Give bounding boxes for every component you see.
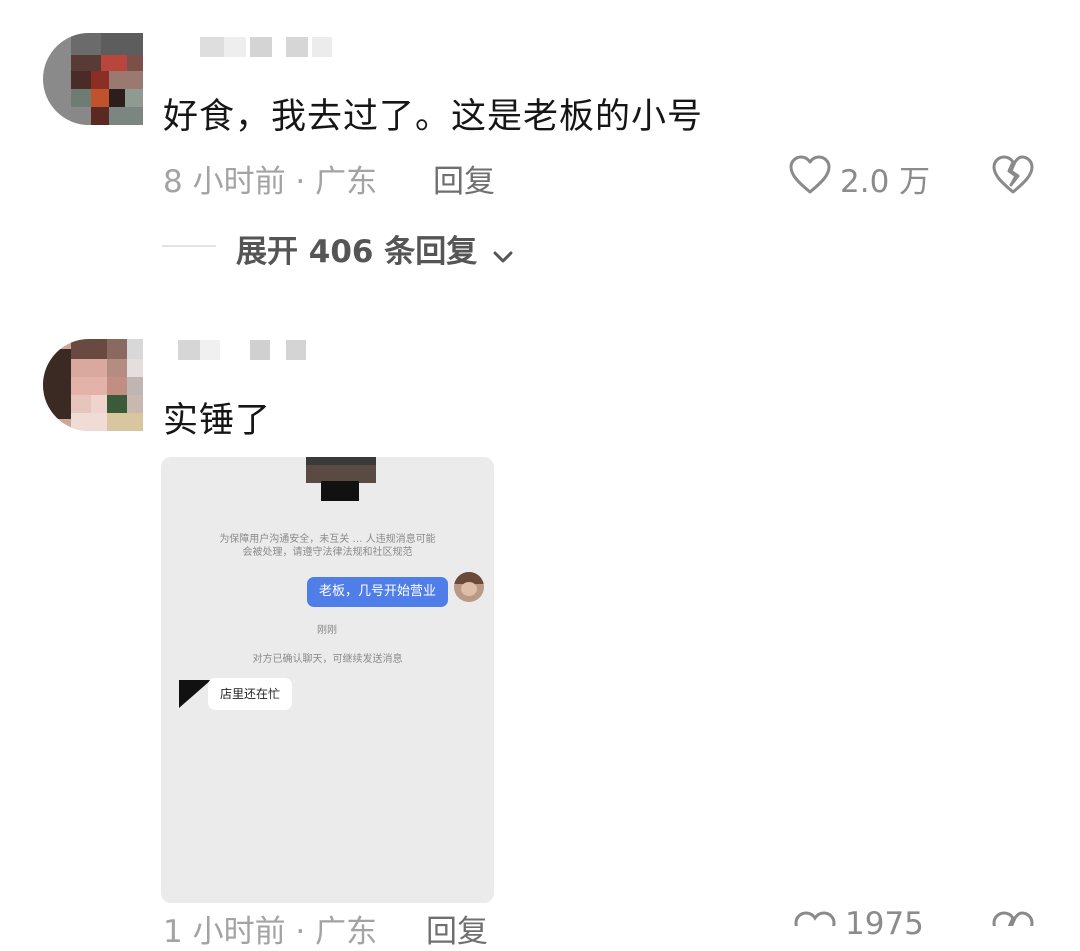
heart-outline-icon[interactable] bbox=[793, 910, 837, 926]
expand-replies-button[interactable]: 展开 406 条回复 bbox=[236, 226, 514, 272]
chat-safety-notice-line2: 会被处理，请遵守法律法规和社区规范 bbox=[242, 547, 413, 558]
like-count: 2.0 万 bbox=[840, 164, 931, 200]
reply-button[interactable]: 回复 bbox=[426, 906, 488, 951]
heart-outline-icon[interactable] bbox=[788, 154, 832, 196]
chat-confirm-notice: 对方已确认聊天，可继续发送消息 bbox=[252, 654, 403, 665]
sender-avatar bbox=[454, 572, 484, 602]
expand-divider bbox=[162, 245, 216, 247]
chat-safety-notice-line1: 为保障用户沟通安全，未互关 … 人违规消息可能 bbox=[219, 534, 436, 545]
avatar[interactable] bbox=[43, 33, 143, 125]
chevron-down-icon bbox=[492, 236, 514, 272]
avatar[interactable] bbox=[43, 339, 143, 431]
expand-replies-label: 展开 406 条回复 bbox=[236, 234, 478, 270]
like-count: 1975 bbox=[845, 906, 924, 942]
redaction-block bbox=[306, 457, 376, 501]
receiver-avatar bbox=[179, 680, 211, 708]
comment-time-location: 8 小时前 · 广东 bbox=[163, 164, 378, 200]
comment-image[interactable]: 为保障用户沟通安全，未互关 … 人违规消息可能 会被处理，请遵守法律法规和社区规… bbox=[161, 457, 494, 903]
chat-timestamp: 刚刚 bbox=[317, 625, 337, 636]
chat-bubble-received: 店里还在忙 bbox=[208, 678, 293, 710]
comment-text: 好食，我去过了。这是老板的小号 bbox=[163, 97, 704, 137]
username[interactable] bbox=[170, 37, 342, 57]
broken-heart-icon[interactable] bbox=[990, 910, 1036, 926]
username[interactable] bbox=[170, 340, 310, 360]
reply-button[interactable]: 回复 bbox=[433, 156, 495, 201]
comment-text: 实锤了 bbox=[163, 401, 272, 441]
chat-bubble-sent: 老板，几号开始营业 bbox=[307, 577, 449, 607]
broken-heart-icon[interactable] bbox=[990, 154, 1036, 196]
comment-time-location: 1 小时前 · 广东 bbox=[163, 914, 378, 950]
chat-safety-notice: 为保障用户沟通安全，未互关 … 人违规消息可能 会被处理，请遵守法律法规和社区规… bbox=[161, 533, 494, 559]
